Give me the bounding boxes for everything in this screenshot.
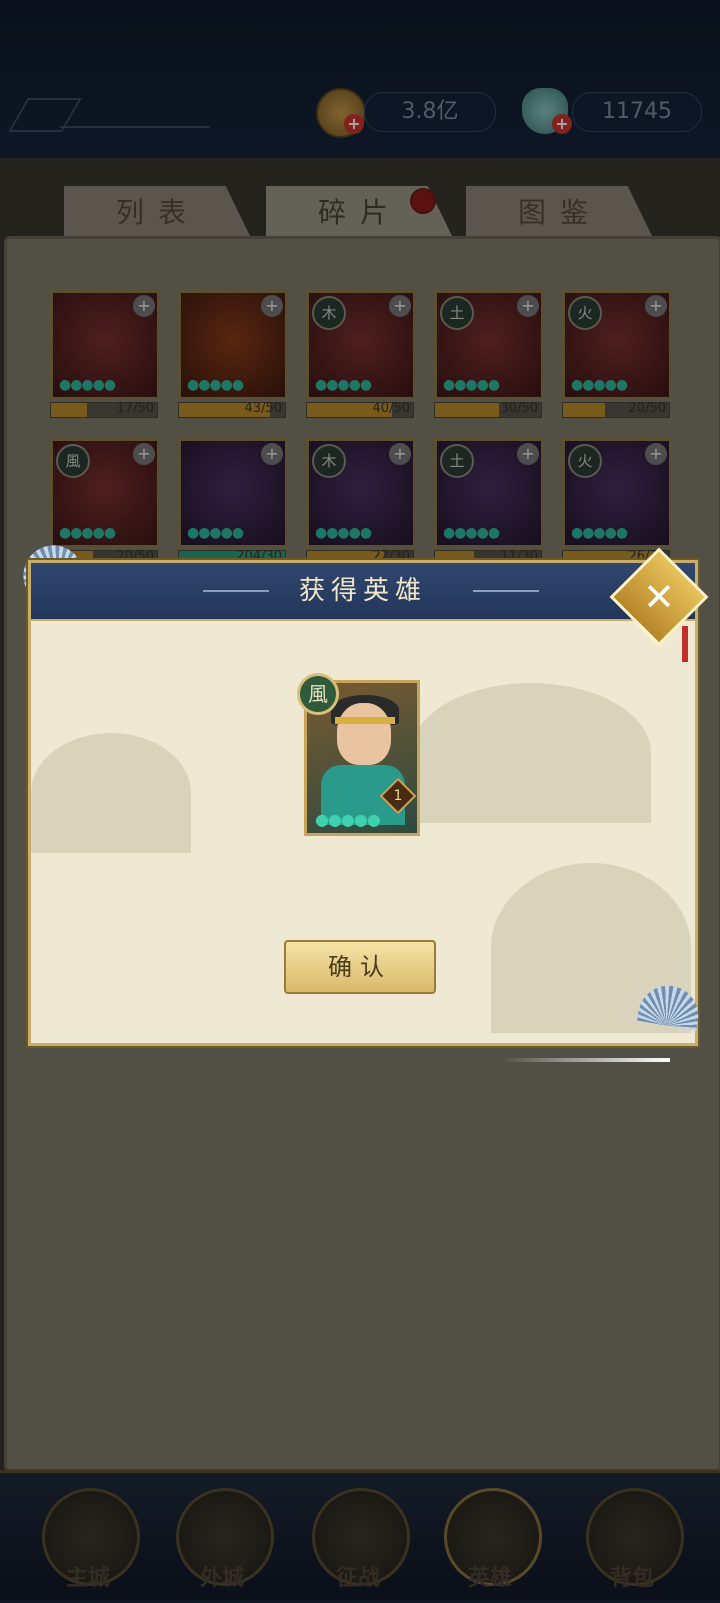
tassel-decoration <box>682 626 688 662</box>
hero-level: 1 <box>393 788 403 804</box>
dialog-title: 获得英雄 <box>298 576 427 606</box>
mountain-decoration <box>411 683 651 823</box>
hero-headband <box>335 717 395 724</box>
hero-face <box>337 703 391 765</box>
wind-element-icon: 風 <box>297 673 339 715</box>
mountain-decoration <box>31 733 191 853</box>
confirm-button[interactable]: 确认 <box>284 940 436 994</box>
star-rating: ●●●●● <box>315 810 381 829</box>
close-icon: ✕ <box>643 575 675 619</box>
hero-card[interactable]: 風 1 ●●●●● <box>297 673 420 836</box>
swirl-decoration <box>500 1058 670 1062</box>
